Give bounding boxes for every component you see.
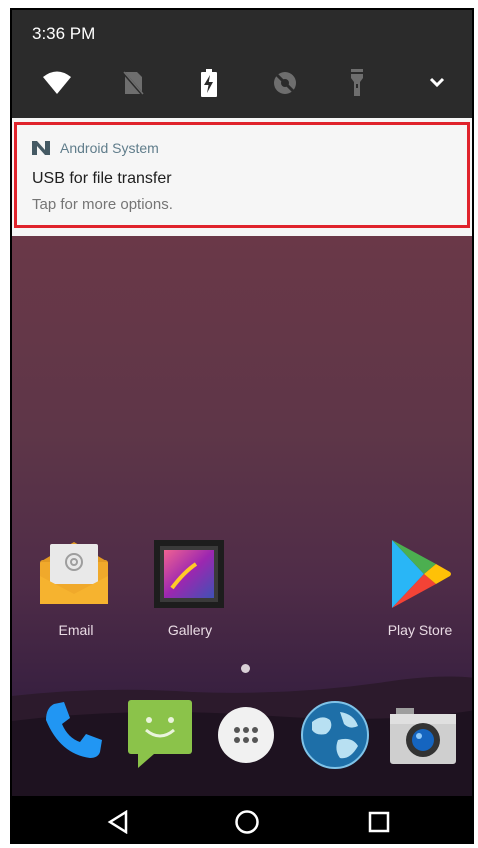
messaging-icon bbox=[128, 700, 192, 768]
app-drawer-icon bbox=[218, 707, 274, 763]
dock-camera[interactable] bbox=[388, 706, 458, 771]
android-n-icon bbox=[32, 141, 50, 155]
browser-icon bbox=[301, 701, 369, 769]
app-label-email: Email bbox=[58, 622, 94, 638]
home-icon[interactable] bbox=[231, 806, 263, 838]
back-icon[interactable] bbox=[102, 806, 134, 838]
notification-app-row: Android System bbox=[32, 140, 159, 156]
dock-messaging[interactable] bbox=[124, 698, 194, 775]
phone-screen: 3:36 PM Android System USB for file tran… bbox=[10, 8, 474, 844]
battery-charging-icon[interactable] bbox=[194, 68, 224, 98]
status-time: 3:36 PM bbox=[32, 24, 96, 43]
wifi-icon[interactable] bbox=[42, 68, 72, 98]
page-indicator-dot bbox=[241, 664, 250, 673]
notification-shade-header: 3:36 PM bbox=[12, 10, 472, 118]
phone-icon bbox=[46, 702, 102, 758]
dock-browser[interactable] bbox=[300, 700, 370, 775]
flashlight-icon[interactable] bbox=[342, 68, 372, 98]
camera-icon bbox=[390, 708, 456, 764]
gallery-icon bbox=[154, 540, 224, 608]
email-icon bbox=[40, 542, 108, 604]
notification-text: Tap for more options. bbox=[32, 196, 173, 213]
usb-notification[interactable]: Android System USB for file transfer Tap… bbox=[12, 118, 472, 236]
dock-phone[interactable] bbox=[40, 698, 104, 767]
dock-app-drawer[interactable] bbox=[217, 706, 275, 769]
location-off-icon[interactable] bbox=[270, 68, 300, 98]
expand-chevron-icon[interactable] bbox=[422, 68, 452, 98]
navigation-bar bbox=[12, 796, 472, 842]
app-label-play-store: Play Store bbox=[387, 622, 453, 638]
notification-title: USB for file transfer bbox=[32, 170, 172, 187]
app-label-gallery: Gallery bbox=[167, 622, 213, 638]
recents-icon[interactable] bbox=[363, 806, 395, 838]
no-sim-icon[interactable] bbox=[118, 68, 148, 98]
notification-app-name: Android System bbox=[60, 140, 159, 156]
play-store-icon bbox=[392, 540, 451, 608]
home-wallpaper: Email Gallery Play Store bbox=[12, 236, 472, 796]
